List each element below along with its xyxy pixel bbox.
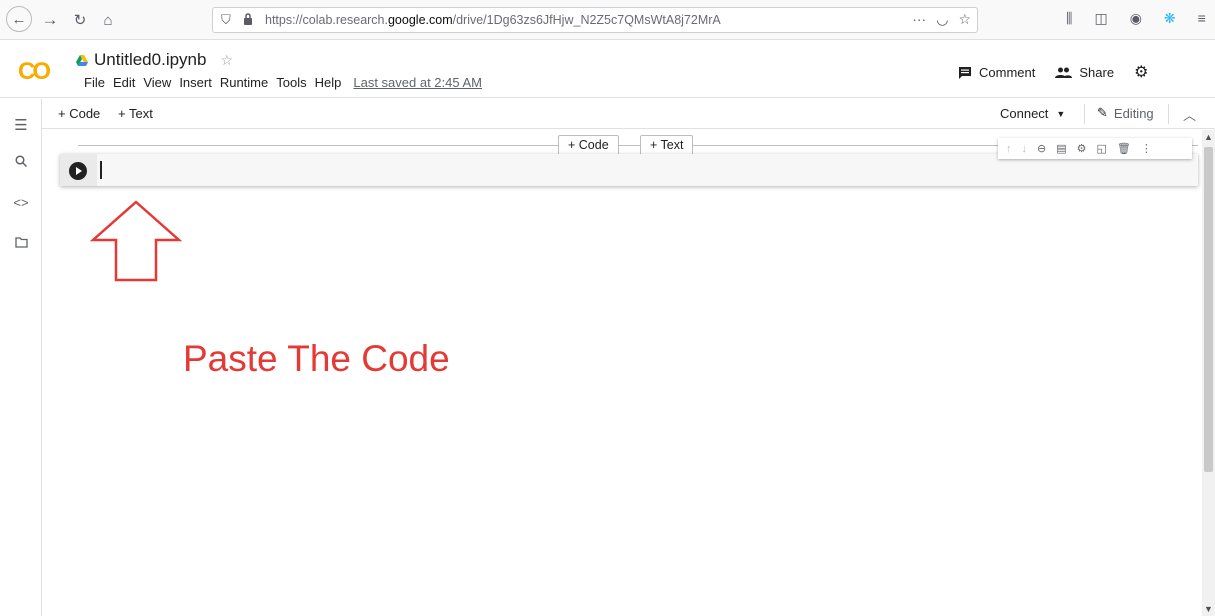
address-bar[interactable]: ⛉ https://colab.research.google.com/driv… — [212, 7, 978, 33]
google-drive-icon — [76, 54, 88, 66]
insert-text-cell-button[interactable]: + Text — [640, 135, 694, 156]
table-of-contents-icon[interactable]: ☰ — [10, 116, 32, 136]
run-cell-icon[interactable] — [69, 162, 87, 180]
reload-icon[interactable]: ↻ — [68, 8, 92, 32]
divider — [1168, 104, 1169, 124]
comment-icon — [959, 66, 971, 79]
url-prefix: https://colab.research. — [265, 13, 388, 27]
bookmark-star-icon[interactable]: ☆ — [958, 11, 971, 28]
pencil-icon: ✎ — [1097, 105, 1108, 120]
search-icon[interactable] — [10, 155, 32, 175]
move-cell-up-icon[interactable]: ↑ — [1006, 143, 1012, 155]
comment-icon[interactable]: ▤ — [1056, 142, 1066, 155]
menu-help[interactable]: Help — [315, 75, 342, 90]
sidebar-toggle-icon[interactable]: ◫ — [1094, 10, 1107, 27]
menu-file[interactable]: File — [84, 75, 105, 90]
library-icon[interactable]: ⫼ — [1066, 10, 1072, 27]
page-actions-icon[interactable]: ··· — [912, 11, 926, 28]
pocket-icon[interactable]: ◡ — [936, 11, 948, 28]
collapse-header-icon[interactable]: ︿ — [1183, 105, 1196, 124]
tracking-shield-icon[interactable]: ⛉ — [221, 12, 231, 28]
comment-label: Comment — [979, 64, 1036, 80]
add-text-button[interactable]: + Text — [118, 106, 153, 121]
menu-edit[interactable]: Edit — [113, 75, 135, 90]
colab-header: CO Untitled0.ipynb ☆ File Edit View Inse… — [0, 40, 1215, 98]
annotation-text: Paste The Code — [183, 338, 450, 379]
menu-insert[interactable]: Insert — [179, 75, 212, 90]
notebook-title[interactable]: Untitled0.ipynb — [94, 50, 206, 70]
code-snippets-icon[interactable]: <> — [10, 195, 32, 215]
files-folder-icon[interactable] — [10, 236, 32, 256]
extension-icon[interactable]: ❋ — [1164, 10, 1176, 27]
settings-gear-icon[interactable]: ⚙ — [1134, 62, 1148, 82]
back-icon[interactable]: ← — [6, 6, 32, 32]
home-icon[interactable]: ⌂ — [96, 8, 120, 32]
scroll-thumb[interactable] — [1204, 147, 1213, 472]
menu-icon[interactable]: ≡ — [1198, 10, 1206, 27]
up-arrow-annotation — [90, 200, 182, 282]
connect-label: Connect — [1000, 106, 1049, 121]
lock-icon[interactable] — [243, 13, 253, 25]
star-icon[interactable]: ☆ — [220, 52, 233, 69]
mirror-cell-icon[interactable]: ◱ — [1097, 142, 1107, 155]
cell-toolbar: ↑ ↓ ⊖ ▤ ⚙ ◱ 🗑 ⋮ — [998, 138, 1192, 159]
dropdown-arrow-icon: ▼ — [1056, 108, 1066, 119]
scroll-down-icon[interactable]: ▼ — [1204, 604, 1213, 614]
connect-button[interactable]: Connect ▼ — [1000, 106, 1065, 121]
url-path: /drive/1Dg63zs6JfHjw_N2Z5c7QMsWtA8j72MrA — [452, 13, 721, 27]
share-label: Share — [1079, 64, 1115, 80]
menu-view[interactable]: View — [143, 75, 171, 90]
browser-toolbar: ← → ↻ ⌂ ⛉ https://colab.research.google.… — [0, 0, 1215, 40]
forward-icon[interactable]: → — [38, 8, 62, 32]
people-icon — [1055, 67, 1073, 78]
editing-mode-button[interactable]: ✎ Editing — [1097, 105, 1154, 121]
delete-icon[interactable]: 🗑 — [1117, 142, 1131, 155]
move-cell-down-icon[interactable]: ↓ — [1022, 143, 1028, 155]
cell-settings-icon[interactable]: ⚙ — [1077, 142, 1087, 155]
vertical-scrollbar[interactable]: ▲ ▼ — [1202, 130, 1215, 616]
more-options-icon[interactable]: ⋮ — [1141, 142, 1152, 155]
share-button[interactable]: Share — [1055, 65, 1114, 80]
url-domain: google.com — [387, 13, 453, 27]
notebook-toolbar: + Code + Text Connect ▼ ✎ Editing ︿ — [42, 99, 1215, 129]
editing-label: Editing — [1113, 105, 1154, 121]
url-text[interactable]: https://colab.research.google.com/drive/… — [265, 13, 721, 27]
divider — [1084, 104, 1085, 124]
menu-bar: File Edit View Insert Runtime Tools Help… — [84, 75, 482, 90]
comment-button[interactable]: Comment — [958, 65, 1035, 80]
last-saved-link[interactable]: Last saved at 2:45 AM — [353, 75, 482, 90]
account-icon[interactable]: ◉ — [1130, 10, 1142, 27]
colab-logo[interactable]: CO — [18, 58, 51, 86]
scroll-up-icon[interactable]: ▲ — [1204, 132, 1213, 142]
menu-tools[interactable]: Tools — [276, 75, 306, 90]
link-icon[interactable]: ⊖ — [1037, 142, 1046, 155]
menu-runtime[interactable]: Runtime — [220, 75, 268, 90]
text-cursor — [100, 161, 102, 179]
add-code-button[interactable]: + Code — [58, 106, 100, 121]
insert-code-cell-button[interactable]: + Code — [558, 135, 619, 156]
cell-gutter — [60, 154, 97, 186]
left-sidebar: ☰ <> — [0, 99, 42, 616]
